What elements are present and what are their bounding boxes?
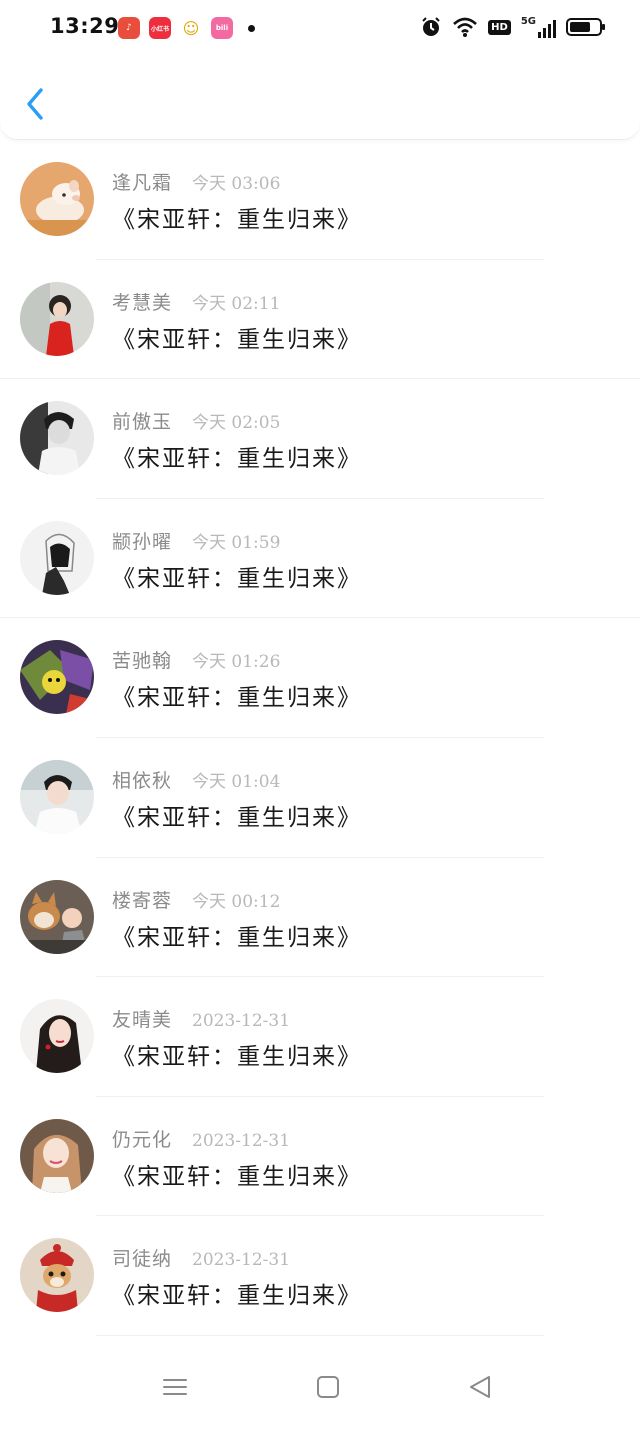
- boy-bw-avatar: [20, 401, 94, 476]
- timestamp: 2023-12-31: [192, 1130, 291, 1151]
- dog-baby-avatar: [20, 879, 94, 954]
- item-title: 《宋亚轩：重生归来》: [112, 1163, 362, 1190]
- item-title: 《宋亚轩：重生归来》: [112, 685, 362, 712]
- user-name: 相依秋: [112, 769, 173, 792]
- xiaohongshu-app-icon: 小红书: [149, 17, 171, 39]
- timestamp: 今天 02:05: [192, 413, 281, 434]
- back-nav-button[interactable]: [460, 1367, 500, 1407]
- item-title: 《宋亚轩：重生归来》: [112, 804, 362, 831]
- battery-icon: [566, 18, 605, 36]
- girl-red-dress-avatar: [20, 281, 94, 356]
- back-triangle-icon: [470, 1376, 490, 1398]
- list-item[interactable]: 苦驰翰 今天 01:26 《宋亚轩：重生归来》: [0, 618, 640, 738]
- user-name: 逢凡霜: [112, 172, 173, 194]
- timestamp: 今天 01:26: [192, 652, 281, 673]
- item-title: 《宋亚轩：重生归来》: [112, 924, 362, 951]
- list-item[interactable]: 前傲玉 今天 02:05 《宋亚轩：重生归来》: [0, 379, 640, 499]
- list-item[interactable]: 仍元化 2023-12-31 《宋亚轩：重生归来》: [0, 1097, 640, 1217]
- signal-5g-icon: 5G: [521, 16, 556, 38]
- history-list: 逢凡霜 今天 03:06 《宋亚轩：重生归来》 考慧美 今天 02:11 《宋亚…: [0, 140, 640, 1336]
- dog-red-hat-avatar: [20, 1238, 94, 1313]
- system-navigation-bar: [0, 1353, 640, 1433]
- item-title: 《宋亚轩：重生归来》: [112, 1283, 362, 1310]
- list-item[interactable]: 楼寄蓉 今天 00:12 《宋亚轩：重生归来》: [0, 858, 640, 978]
- item-title: 《宋亚轩：重生归来》: [112, 1044, 362, 1071]
- timestamp: 今天 02:11: [192, 293, 281, 314]
- item-title: 《宋亚轩：重生归来》: [112, 446, 362, 473]
- notification-app-icons: ♪ 小红书 ☺ bili: [118, 17, 255, 39]
- pig-avatar: [20, 162, 94, 236]
- user-name: 颛孙曜: [112, 530, 173, 553]
- girl-long-hair-avatar: [20, 999, 94, 1074]
- network-type-label: 5G: [520, 16, 536, 27]
- divider: [96, 1334, 544, 1336]
- timestamp: 2023-12-31: [192, 1011, 291, 1032]
- user-name: 苦驰翰: [112, 650, 173, 673]
- user-name: 友晴美: [112, 1009, 173, 1032]
- list-item[interactable]: 考慧美 今天 02:11 《宋亚轩：重生归来》: [0, 260, 640, 380]
- list-item[interactable]: 友晴美 2023-12-31 《宋亚轩：重生归来》: [0, 977, 640, 1097]
- wifi-icon: [453, 17, 478, 37]
- list-item[interactable]: 相依秋 今天 01:04 《宋亚轩：重生归来》: [0, 738, 640, 858]
- cartoon-colorful-avatar: [20, 640, 94, 715]
- chevron-left-icon: [27, 88, 43, 120]
- timestamp: 2023-12-31: [192, 1250, 291, 1271]
- bilibili-app-icon: bili: [211, 17, 233, 39]
- boy-white-shirt-avatar: [20, 759, 94, 834]
- user-name: 楼寄蓉: [112, 889, 173, 912]
- list-item[interactable]: 逢凡霜 今天 03:06 《宋亚轩：重生归来》: [0, 140, 640, 260]
- menu-button[interactable]: [155, 1367, 195, 1407]
- sketch-hood-avatar: [20, 520, 94, 595]
- back-button[interactable]: [20, 84, 50, 124]
- list-item[interactable]: 颛孙曜 今天 01:59 《宋亚轩：重生归来》: [0, 499, 640, 619]
- status-time: 13:29: [50, 14, 120, 38]
- hd-icon: HD: [488, 19, 511, 35]
- home-square-icon: [317, 1376, 339, 1398]
- user-name: 仍元化: [112, 1128, 173, 1151]
- menu-icon: [163, 1379, 187, 1395]
- item-title: 《宋亚轩：重生归来》: [112, 565, 362, 592]
- user-name: 前傲玉: [112, 411, 173, 434]
- user-name: 司徒纳: [112, 1248, 173, 1271]
- user-name: 考慧美: [112, 291, 173, 314]
- timestamp: 今天 01:04: [192, 771, 281, 792]
- girl-smiling-avatar: [20, 1118, 94, 1193]
- timestamp: 今天 00:12: [192, 891, 281, 912]
- tiktok-app-icon: ♪: [118, 17, 140, 39]
- item-title: 《宋亚轩：重生归来》: [112, 207, 362, 233]
- more-notifications-dot: [248, 24, 255, 32]
- status-bar: 13:29 ♪ 小红书 ☺ bili HD 5G: [0, 0, 640, 56]
- item-title: 《宋亚轩：重生归来》: [112, 326, 362, 353]
- timestamp: 今天 01:59: [192, 532, 281, 553]
- list-item[interactable]: 司徒纳 2023-12-31 《宋亚轩：重生归来》: [0, 1216, 640, 1336]
- system-status-icons: HD 5G: [420, 16, 606, 38]
- navigation-bar: [0, 56, 640, 140]
- timestamp: 今天 03:06: [192, 174, 281, 194]
- home-button[interactable]: [308, 1367, 348, 1407]
- alarm-icon: [422, 17, 440, 36]
- qq-app-icon: ☺: [180, 17, 202, 39]
